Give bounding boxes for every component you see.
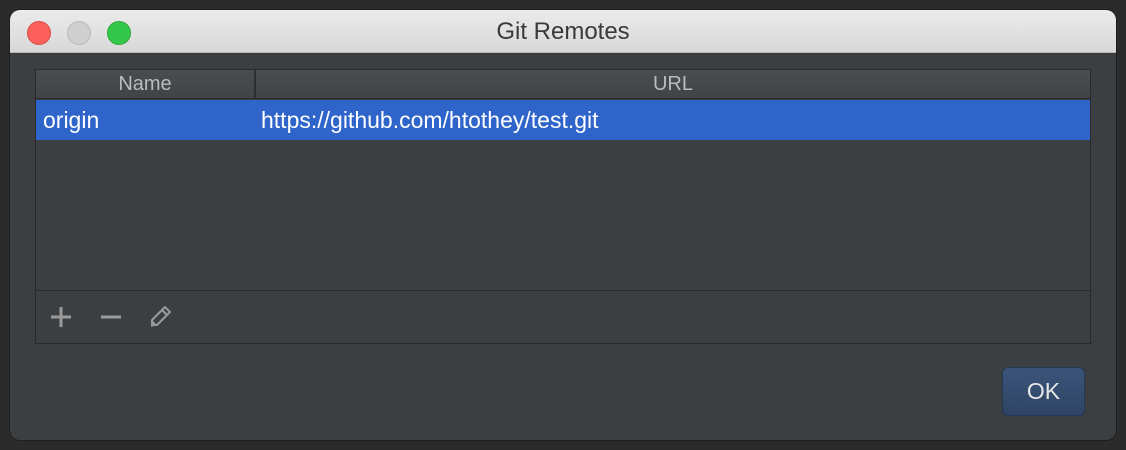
- column-header-url[interactable]: URL: [258, 70, 1088, 98]
- remove-remote-button[interactable]: [97, 303, 125, 331]
- remove-icon: [101, 315, 121, 319]
- remote-url-cell: https://github.com/htothey/test.git: [261, 107, 599, 133]
- edit-remote-button[interactable]: [146, 303, 174, 331]
- remotes-table: Name URL origin https://github.com/htoth…: [35, 69, 1091, 344]
- title-bar: Git Remotes: [10, 10, 1116, 53]
- edit-icon: [151, 306, 171, 327]
- add-icon: [51, 307, 71, 327]
- ok-button[interactable]: OK: [1002, 367, 1085, 416]
- window-title: Git Remotes: [496, 18, 630, 45]
- remote-name-cell: origin: [43, 107, 100, 133]
- add-remote-button[interactable]: [47, 303, 75, 331]
- table-row[interactable]: origin https://github.com/htothey/test.g…: [36, 100, 1090, 140]
- table-header: Name URL: [36, 70, 1090, 99]
- column-header-name[interactable]: Name: [36, 70, 256, 98]
- table-toolbar: [36, 290, 1090, 343]
- git-remotes-dialog: Git Remotes Name URL origin https://gith…: [10, 10, 1116, 440]
